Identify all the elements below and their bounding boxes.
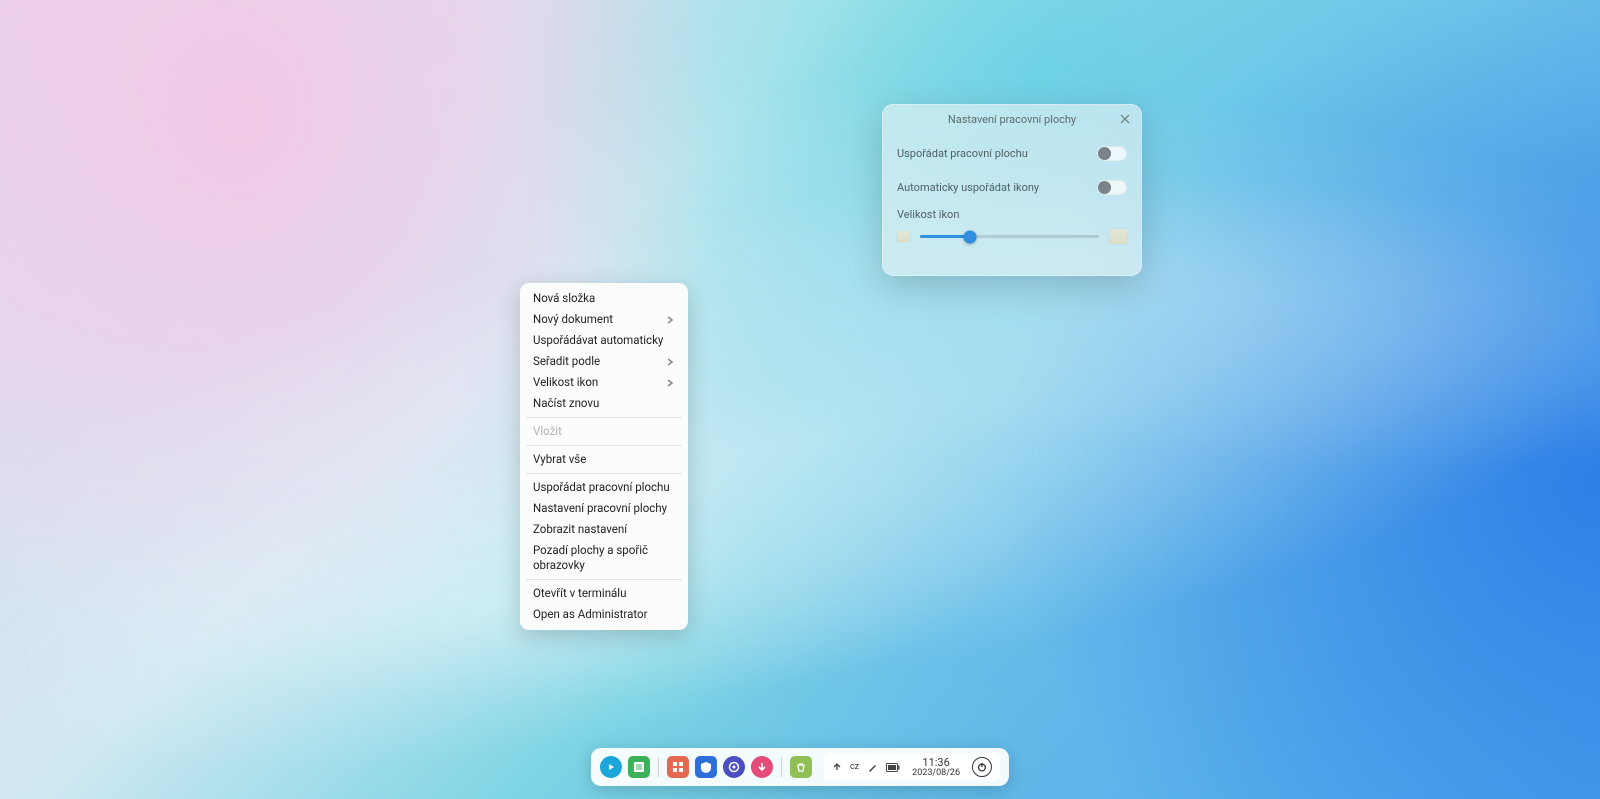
desktop-context-menu: Nová složka Nový dokument Uspořádávat auto… <box>520 283 688 630</box>
settings-row-organize: Uspořádat pracovní plochu <box>883 136 1141 170</box>
dock: cz 11:36 2023/08/26 <box>591 748 1009 786</box>
menu-item-9[interactable]: Nastavení pracovní plochy <box>520 498 688 519</box>
menu-item-label: Nová složka <box>533 291 595 306</box>
menu-item-label: Zobrazit nastavení <box>533 522 627 537</box>
file-manager-icon[interactable] <box>628 756 650 778</box>
menu-item-8[interactable]: Uspořádat pracovní plochu <box>520 477 688 498</box>
menu-item-12[interactable]: Otevřít v terminálu <box>520 583 688 604</box>
menu-item-13[interactable]: Open as Administrator <box>520 604 688 625</box>
menu-item-4[interactable]: Velikost ikon <box>520 372 688 393</box>
menu-item-5[interactable]: Načíst znovu <box>520 393 688 414</box>
menu-item-2[interactable]: Uspořádávat automaticky <box>520 330 688 351</box>
menu-item-label: Otevřít v terminálu <box>533 586 626 601</box>
folder-large-icon <box>1109 229 1127 244</box>
tray-battery-icon[interactable] <box>886 763 900 772</box>
settings-row-autoarrange-label: Automaticky uspořádat ikony <box>897 181 1039 194</box>
menu-item-label: Velikost ikon <box>533 375 598 390</box>
menu-item-3[interactable]: Seřadit podle <box>520 351 688 372</box>
menu-item-label: Nastavení pracovní plochy <box>533 501 667 516</box>
menu-item-7[interactable]: Vybrat vše <box>520 449 688 470</box>
folder-small-icon <box>897 231 910 242</box>
menu-separator <box>526 417 682 418</box>
browser-icon[interactable] <box>695 756 717 778</box>
app-store-icon[interactable] <box>667 756 689 778</box>
icon-size-section: Velikost ikon <box>883 208 1141 244</box>
menu-item-label: Open as Administrator <box>533 607 647 622</box>
menu-separator <box>526 473 682 474</box>
menu-item-label: Načíst znovu <box>533 396 599 411</box>
menu-item-1[interactable]: Nový dokument <box>520 309 688 330</box>
menu-item-11[interactable]: Pozadí plochy a spořič obrazovky <box>520 540 688 576</box>
clock[interactable]: 11:36 2023/08/26 <box>908 757 964 778</box>
toggle-organize[interactable] <box>1097 146 1127 161</box>
menu-item-label: Nový dokument <box>533 312 613 327</box>
keyboard-layout[interactable]: cz <box>850 762 859 772</box>
menu-item-6: Vložit <box>520 421 688 442</box>
desktop[interactable]: Nová složka Nový dokument Uspořádávat auto… <box>0 0 1600 799</box>
system-tray: cz 11:36 2023/08/26 <box>824 753 1000 781</box>
dock-separator <box>658 757 659 777</box>
menu-item-label: Uspořádat pracovní plochu <box>533 480 670 495</box>
close-icon[interactable] <box>1118 112 1132 126</box>
trash-icon[interactable] <box>790 756 812 778</box>
panel-title-text: Nastavení pracovní plochy <box>948 113 1076 126</box>
launcher-icon[interactable] <box>600 756 622 778</box>
menu-item-10[interactable]: Zobrazit nastavení <box>520 519 688 540</box>
power-button[interactable] <box>972 757 992 777</box>
tray-edit-icon[interactable] <box>867 762 878 773</box>
menu-item-label: Vložit <box>533 424 562 439</box>
desktop-settings-panel: Nastavení pracovní plochy Uspořádat prac… <box>882 104 1142 276</box>
chevron-right-icon <box>666 357 676 367</box>
dock-separator <box>781 757 782 777</box>
tray-arrow-icon[interactable] <box>832 762 842 772</box>
chevron-right-icon <box>666 315 676 325</box>
downloads-icon[interactable] <box>751 756 773 778</box>
icon-size-slider[interactable] <box>920 235 1099 238</box>
chevron-right-icon <box>666 378 676 388</box>
settings-row-autoarrange: Automaticky uspořádat ikony <box>883 170 1141 204</box>
menu-separator <box>526 579 682 580</box>
clock-date: 2023/08/26 <box>912 769 960 778</box>
menu-separator <box>526 445 682 446</box>
clock-time: 11:36 <box>922 757 949 768</box>
menu-item-0[interactable]: Nová složka <box>520 288 688 309</box>
settings-row-organize-label: Uspořádat pracovní plochu <box>897 147 1028 160</box>
panel-title: Nastavení pracovní plochy <box>883 105 1141 136</box>
toggle-autoarrange[interactable] <box>1097 180 1127 195</box>
control-center-icon[interactable] <box>723 756 745 778</box>
menu-item-label: Seřadit podle <box>533 354 600 369</box>
menu-item-label: Vybrat vše <box>533 452 586 467</box>
menu-item-label: Pozadí plochy a spořič obrazovky <box>533 543 676 573</box>
icon-size-label: Velikost ikon <box>897 208 1127 221</box>
menu-item-label: Uspořádávat automaticky <box>533 333 663 348</box>
